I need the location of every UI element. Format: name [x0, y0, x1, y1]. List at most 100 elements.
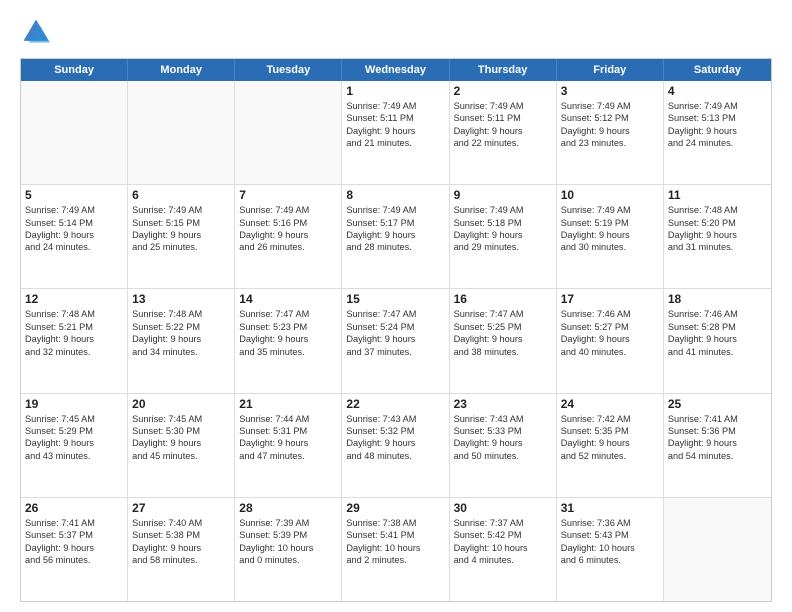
day-number: 30 [454, 501, 552, 515]
day-cell-31: 31Sunrise: 7:36 AMSunset: 5:43 PMDayligh… [557, 498, 664, 601]
cell-info-line: Sunrise: 7:46 AM [668, 308, 767, 320]
day-cell-14: 14 Sunrise: 7:47 AMSunset: 5:23 PMDayligh… [235, 289, 342, 392]
day-cell-21: 21Sunrise: 7:44 AMSunset: 5:31 PMDayligh… [235, 394, 342, 497]
day-cell-5: 5Sunrise: 7:49 AMSunset: 5:14 PMDaylight… [21, 185, 128, 288]
day-number: 10 [561, 188, 659, 202]
day-number: 18 [668, 292, 767, 306]
cell-info-line: and 56 minutes. [25, 554, 123, 566]
cell-info-line: and 29 minutes. [454, 241, 552, 253]
calendar-body: 1Sunrise: 7:49 AMSunset: 5:11 PMDaylight… [21, 81, 771, 601]
cell-info-line: Sunset: 5:23 PM [239, 321, 337, 333]
cell-info-line: Sunrise: 7:49 AM [668, 100, 767, 112]
cell-info-line: Sunrise: 7:49 AM [239, 204, 337, 216]
cell-info-line: and 22 minutes. [454, 137, 552, 149]
day-cell-empty-0-1 [128, 81, 235, 184]
cell-info-line: Daylight: 9 hours [561, 333, 659, 345]
day-cell-empty-4-6 [664, 498, 771, 601]
cell-info-line: and 34 minutes. [132, 346, 230, 358]
day-number: 20 [132, 397, 230, 411]
day-cell-8: 8Sunrise: 7:49 AMSunset: 5:17 PMDaylight… [342, 185, 449, 288]
cell-info-line: and 47 minutes. [239, 450, 337, 462]
cell-info-line: Daylight: 9 hours [668, 229, 767, 241]
day-number: 5 [25, 188, 123, 202]
header-cell-monday: Monday [128, 59, 235, 81]
cell-info-line: Sunrise: 7:47 AM [346, 308, 444, 320]
cell-info-line: Daylight: 9 hours [25, 542, 123, 554]
calendar-row-0: 1Sunrise: 7:49 AMSunset: 5:11 PMDaylight… [21, 81, 771, 184]
cell-info-line: Daylight: 9 hours [668, 125, 767, 137]
cell-info-line: and 43 minutes. [25, 450, 123, 462]
cell-info-line: Sunset: 5:38 PM [132, 529, 230, 541]
day-number: 4 [668, 84, 767, 98]
cell-info-line: and 24 minutes. [668, 137, 767, 149]
cell-info-line: and 24 minutes. [25, 241, 123, 253]
cell-info-line: Daylight: 9 hours [561, 437, 659, 449]
cell-info-line: Sunrise: 7:49 AM [454, 100, 552, 112]
cell-info-line: Sunset: 5:22 PM [132, 321, 230, 333]
logo-icon [20, 16, 52, 48]
day-number: 21 [239, 397, 337, 411]
cell-info-line: and 25 minutes. [132, 241, 230, 253]
day-number: 3 [561, 84, 659, 98]
day-number: 6 [132, 188, 230, 202]
day-number: 22 [346, 397, 444, 411]
header-cell-thursday: Thursday [450, 59, 557, 81]
day-cell-4: 4 Sunrise: 7:49 AMSunset: 5:13 PMDaylight… [664, 81, 771, 184]
cell-info-line: Sunrise: 7:41 AM [668, 413, 767, 425]
cell-info-line: Sunrise: 7:48 AM [25, 308, 123, 320]
day-cell-20: 20 Sunrise: 7:45 AMSunset: 5:30 PMDayligh… [128, 394, 235, 497]
day-number: 1 [346, 84, 444, 98]
cell-info-line: Sunset: 5:12 PM [561, 112, 659, 124]
cell-info-line: Sunrise: 7:41 AM [25, 517, 123, 529]
cell-info-line: Sunrise: 7:37 AM [454, 517, 552, 529]
cell-info-line: Sunset: 5:41 PM [346, 529, 444, 541]
day-number: 14 [239, 292, 337, 306]
day-number: 8 [346, 188, 444, 202]
cell-info-line: Sunrise: 7:49 AM [454, 204, 552, 216]
cell-info-line: and 50 minutes. [454, 450, 552, 462]
calendar-row-2: 12Sunrise: 7:48 AMSunset: 5:21 PMDayligh… [21, 288, 771, 392]
day-cell-23: 23Sunrise: 7:43 AMSunset: 5:33 PMDayligh… [450, 394, 557, 497]
day-cell-25: 25Sunrise: 7:41 AMSunset: 5:36 PMDayligh… [664, 394, 771, 497]
day-cell-24: 24Sunrise: 7:42 AMSunset: 5:35 PMDayligh… [557, 394, 664, 497]
day-number: 16 [454, 292, 552, 306]
cell-info-line: Sunset: 5:30 PM [132, 425, 230, 437]
day-cell-29: 29Sunrise: 7:38 AMSunset: 5:41 PMDayligh… [342, 498, 449, 601]
cell-info-line: Daylight: 9 hours [132, 437, 230, 449]
day-number: 19 [25, 397, 123, 411]
cell-info-line: Sunset: 5:42 PM [454, 529, 552, 541]
day-cell-9: 9Sunrise: 7:49 AMSunset: 5:18 PMDaylight… [450, 185, 557, 288]
cell-info-line: Daylight: 9 hours [25, 333, 123, 345]
logo [20, 16, 56, 48]
cell-info-line: and 54 minutes. [668, 450, 767, 462]
day-cell-22: 22Sunrise: 7:43 AMSunset: 5:32 PMDayligh… [342, 394, 449, 497]
cell-info-line: Daylight: 9 hours [239, 437, 337, 449]
cell-info-line: Sunrise: 7:49 AM [346, 100, 444, 112]
page: SundayMondayTuesdayWednesdayThursdayFrid… [0, 0, 792, 612]
cell-info-line: and 35 minutes. [239, 346, 337, 358]
header-cell-wednesday: Wednesday [342, 59, 449, 81]
day-cell-11: 11Sunrise: 7:48 AMSunset: 5:20 PMDayligh… [664, 185, 771, 288]
cell-info-line: Sunrise: 7:45 AM [132, 413, 230, 425]
cell-info-line: Daylight: 9 hours [346, 333, 444, 345]
cell-info-line: Daylight: 9 hours [668, 437, 767, 449]
day-number: 13 [132, 292, 230, 306]
cell-info-line: Sunset: 5:19 PM [561, 217, 659, 229]
day-cell-30: 30 Sunrise: 7:37 AMSunset: 5:42 PMDayligh… [450, 498, 557, 601]
cell-info-line: Sunset: 5:21 PM [25, 321, 123, 333]
cell-info-line: Sunset: 5:11 PM [454, 112, 552, 124]
cell-info-line: Sunset: 5:13 PM [668, 112, 767, 124]
cell-info-line: and 21 minutes. [346, 137, 444, 149]
cell-info-line: Sunrise: 7:39 AM [239, 517, 337, 529]
cell-info-line: Sunset: 5:33 PM [454, 425, 552, 437]
cell-info-line: and 38 minutes. [454, 346, 552, 358]
day-cell-7: 7Sunrise: 7:49 AMSunset: 5:16 PMDaylight… [235, 185, 342, 288]
day-cell-empty-0-2 [235, 81, 342, 184]
cell-info-line: Daylight: 9 hours [239, 333, 337, 345]
cell-info-line: Sunrise: 7:47 AM [239, 308, 337, 320]
day-cell-3: 3Sunrise: 7:49 AMSunset: 5:12 PMDaylight… [557, 81, 664, 184]
cell-info-line: Daylight: 10 hours [454, 542, 552, 554]
day-number: 11 [668, 188, 767, 202]
cell-info-line: and 31 minutes. [668, 241, 767, 253]
day-cell-empty-0-0 [21, 81, 128, 184]
